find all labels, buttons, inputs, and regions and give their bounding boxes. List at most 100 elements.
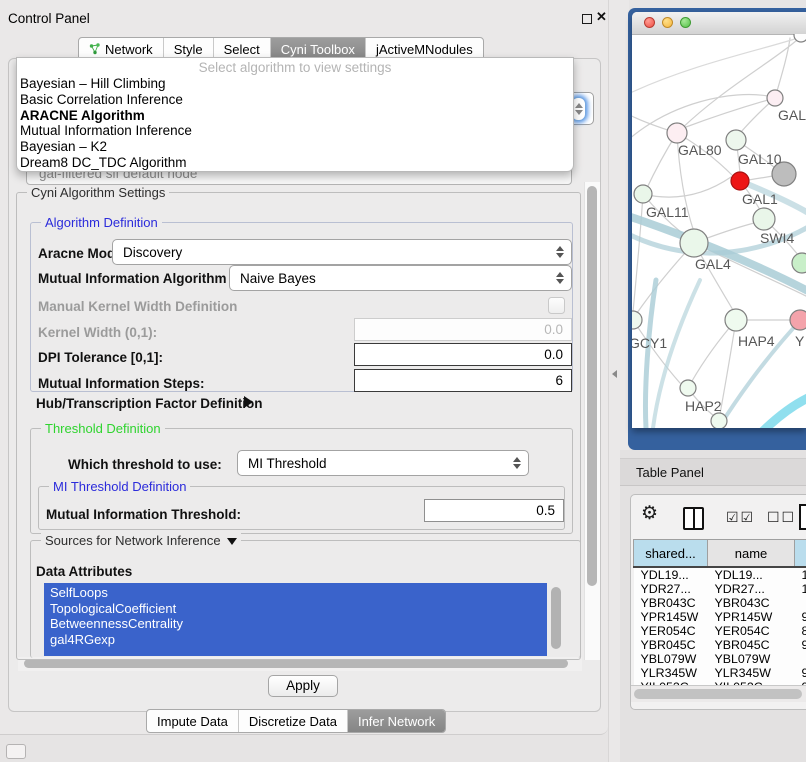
table-cell: YBL079W [634, 652, 708, 666]
table-cell: YBL079W [708, 652, 795, 666]
attributes-scroll-thumb[interactable] [551, 587, 561, 649]
data-attribute-item[interactable]: gal4RGexp [50, 632, 547, 648]
data-attribute-item[interactable]: SelfLoops [50, 585, 547, 601]
table-row[interactable]: YBR045CYBR045C9. [634, 638, 806, 652]
network-canvas[interactable]: GALGAL80GAL10GAL1GAL11SWI4GAL4GCY1HAP4YH… [632, 34, 806, 428]
apply-button[interactable]: Apply [268, 675, 338, 697]
algorithm-option-mutual-information-inference[interactable]: Mutual Information Inference [20, 123, 573, 139]
which-threshold-select[interactable]: MI Threshold [237, 450, 529, 476]
network-node[interactable] [792, 253, 806, 273]
vertical-scroll-thumb[interactable] [587, 186, 597, 586]
kernel-width-field[interactable] [354, 318, 572, 341]
select-all-checkboxes-icon[interactable]: ☑☑ [726, 509, 755, 526]
table-scroll-thumb[interactable] [634, 689, 802, 699]
network-node-gal80[interactable] [667, 123, 687, 143]
table-cell: YDL19... [634, 567, 708, 582]
table-row[interactable]: YER054CYER054C8. [634, 624, 806, 638]
close-icon[interactable]: ✕ [596, 9, 607, 25]
algorithm-option-bayesian-k2[interactable]: Bayesian – K2 [20, 139, 573, 155]
tab-discretize-data[interactable]: Discretize Data [239, 710, 348, 732]
mi-steps-field[interactable] [354, 369, 572, 392]
table-row[interactable]: YPR145WYPR145W9. [634, 610, 806, 624]
algorithm-option-bayesian-hill-climbing[interactable]: Bayesian – Hill Climbing [20, 76, 573, 92]
divider-collapse-icon[interactable] [612, 370, 617, 378]
tab-label: jActiveMNodules [376, 42, 473, 57]
table-cell: 12 [795, 582, 806, 596]
table-row[interactable]: YBR043CYBR043C [634, 596, 806, 610]
network-node-gal11[interactable] [634, 185, 652, 203]
tab-label: Style [174, 42, 203, 57]
which-threshold-value: MI Threshold [248, 456, 327, 471]
gear-icon[interactable]: ⚙ [641, 503, 658, 525]
table-cell: 9. [795, 638, 806, 652]
network-node-gal[interactable] [767, 90, 783, 106]
network-node-gal4[interactable] [680, 229, 708, 257]
float-window-icon[interactable] [582, 14, 592, 24]
column-header-name[interactable]: name [708, 540, 795, 568]
data-attributes-label: Data Attributes [36, 564, 132, 579]
network-edge [643, 177, 731, 197]
document-icon[interactable] [799, 504, 806, 530]
network-node-gal1[interactable] [731, 172, 749, 190]
algorithm-option-dream8-dc-tdc-algorithm[interactable]: Dream8 DC_TDC Algorithm [20, 155, 573, 171]
settings-vertical-scrollbar[interactable] [584, 182, 600, 660]
data-attribute-item[interactable]: TopologicalCoefficient [50, 601, 547, 617]
table-window: ⚙ ☑☑ ☐☐ shared...nameA YDL19...YDL19...1… [630, 494, 806, 710]
table-row[interactable]: YDL19...YDL19...13 [634, 567, 806, 582]
tab-label: Cyni Toolbox [281, 42, 355, 57]
node-attribute-table: shared...nameA YDL19...YDL19...13YDR27..… [633, 539, 806, 694]
table-row[interactable]: YDR27...YDR27...12 [634, 582, 806, 596]
zoom-traffic-light-icon[interactable] [680, 17, 691, 28]
aracne-mode-select[interactable]: Discovery [112, 239, 572, 265]
collapse-arrow-icon[interactable] [227, 538, 237, 545]
network-node[interactable] [711, 413, 727, 428]
dpi-tolerance-field[interactable] [354, 343, 572, 366]
taskbar-mini-icon[interactable] [6, 744, 26, 759]
table-row[interactable]: YLR345WYLR345W9. [634, 666, 806, 680]
table-horizontal-scrollbar[interactable] [631, 685, 806, 702]
mi-threshold-field[interactable] [424, 499, 564, 522]
which-threshold-label: Which threshold to use: [68, 457, 222, 472]
network-edge [760, 396, 806, 428]
node-label: Y [795, 333, 805, 349]
network-node-hap2[interactable] [680, 380, 696, 396]
hub-expander-label[interactable]: Hub/Transcription Factor Definition [36, 396, 263, 411]
column-header-a[interactable]: A [795, 540, 806, 568]
table-cell: YPR145W [634, 610, 708, 624]
close-traffic-light-icon[interactable] [644, 17, 655, 28]
network-node-gal10[interactable] [726, 130, 746, 150]
network-node-gcy1[interactable] [632, 311, 642, 329]
table-cell: YER054C [634, 624, 708, 638]
tab-infer-network[interactable]: Infer Network [348, 710, 445, 732]
network-node-swi4[interactable] [753, 208, 775, 230]
node-label: GAL10 [738, 151, 782, 167]
table-row[interactable]: YBL079WYBL079W [634, 652, 806, 666]
tab-impute-data[interactable]: Impute Data [147, 710, 239, 732]
tab-label: Network [105, 42, 153, 57]
network-node-y[interactable] [790, 310, 806, 330]
node-label: HAP2 [685, 398, 722, 414]
sources-group-title[interactable]: Sources for Network Inference [41, 533, 241, 548]
algorithm-options-list: Bayesian – Hill ClimbingBasic Correlatio… [17, 76, 573, 171]
table-cell: 9. [795, 610, 806, 624]
column-header-shared[interactable]: shared... [634, 540, 708, 568]
horizontal-scroll-thumb[interactable] [24, 659, 568, 668]
algorithm-option-basic-correlation-inference[interactable]: Basic Correlation Inference [20, 92, 573, 108]
table-cell: YLR345W [634, 666, 708, 680]
column-layout-icon[interactable] [683, 507, 704, 530]
mi-type-select[interactable]: Naive Bayes [229, 265, 572, 291]
algorithm-option-aracne-algorithm[interactable]: ARACNE Algorithm [20, 108, 573, 124]
table-cell: YER054C [708, 624, 795, 638]
tab-label: Discretize Data [249, 714, 337, 729]
tab-label: Select [224, 42, 260, 57]
expander-arrow-icon[interactable] [244, 396, 253, 408]
table-cell: 8. [795, 624, 806, 638]
network-window-titlebar[interactable] [632, 12, 806, 35]
minimize-traffic-light-icon[interactable] [662, 17, 673, 28]
deselect-all-checkboxes-icon[interactable]: ☐☐ [767, 509, 796, 526]
manual-kernel-checkbox[interactable] [548, 297, 565, 314]
network-node-hap4[interactable] [725, 309, 747, 331]
panel-title: Control Panel [8, 11, 90, 26]
network-edge [633, 194, 643, 312]
data-attribute-item[interactable]: BetweennessCentrality [50, 616, 547, 632]
